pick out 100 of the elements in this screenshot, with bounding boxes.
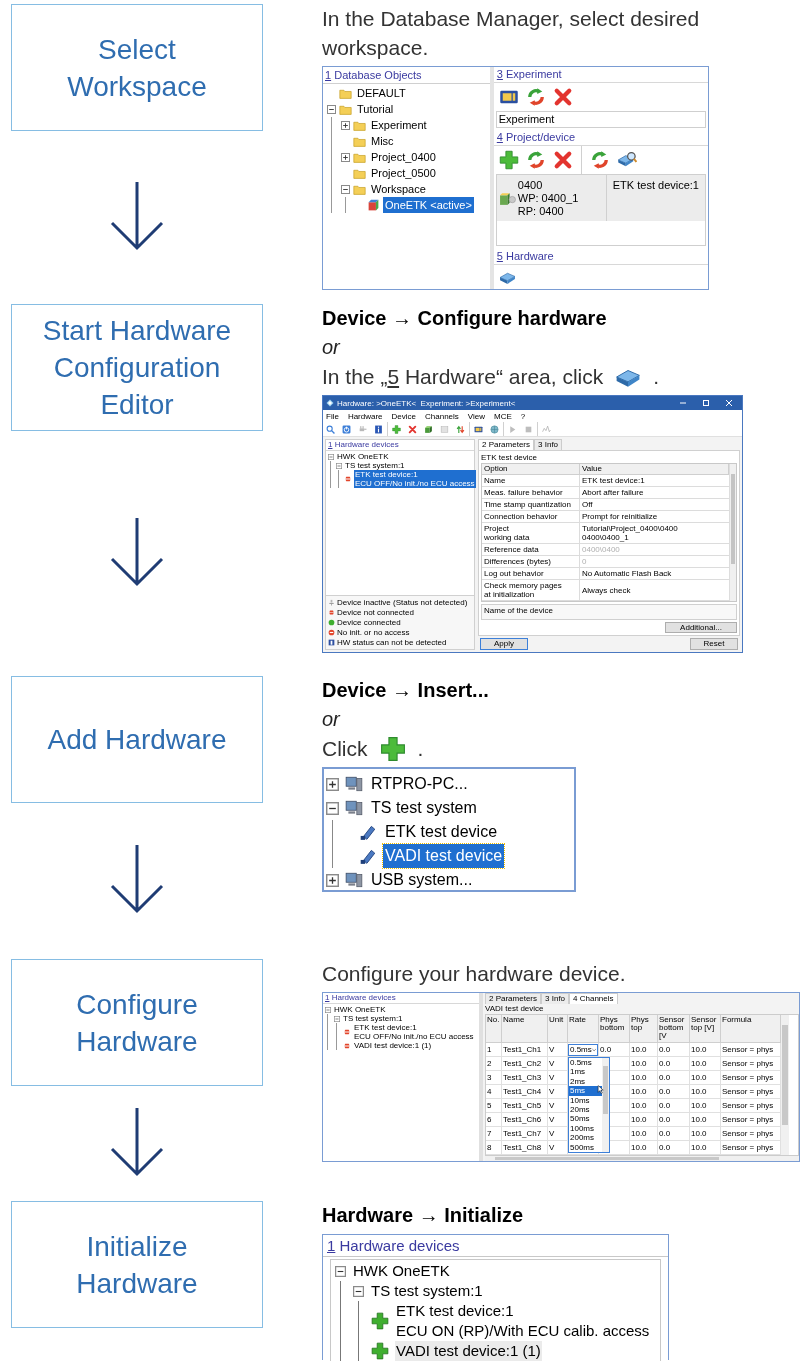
tree-item[interactable]: ETK test device:1 ECU ON (RP)/With ECU calib. access	[395, 1301, 651, 1341]
add-icon[interactable]	[498, 150, 519, 170]
menu-item[interactable]: File	[326, 411, 339, 421]
tree-item[interactable]: Project_0500	[369, 164, 438, 182]
tree-item[interactable]: DEFAULT	[355, 84, 408, 102]
table-cell: V	[548, 1043, 568, 1057]
collapse-icon[interactable]	[353, 1285, 364, 1297]
tree-item[interactable]: VADI test device:1 (1)	[353, 1041, 433, 1050]
scrollbar[interactable]	[729, 464, 736, 601]
additional-button[interactable]: Additional...	[665, 622, 737, 633]
description-text: Name of the device	[484, 606, 553, 615]
expand-icon[interactable]	[341, 120, 350, 130]
window-title: Hardware: >OneETK< Experiment: >Experiment<	[337, 398, 517, 408]
caret-icon[interactable]	[591, 1047, 596, 1052]
table-cell: Prompt for reinitialize	[580, 511, 729, 523]
refresh-icon[interactable]	[589, 150, 610, 170]
tree-item[interactable]: Tutorial	[355, 100, 396, 118]
menu-item[interactable]: View	[467, 411, 486, 421]
menu-item[interactable]: Channels	[425, 411, 459, 421]
menu-item[interactable]: Hardware	[347, 411, 383, 421]
scrollbar[interactable]	[602, 1058, 609, 1152]
delete-icon[interactable]	[552, 150, 573, 170]
up-down-arrows-icon[interactable]	[456, 424, 465, 434]
dropdown-option[interactable]: 0.5ms	[569, 1058, 602, 1068]
refresh-icon[interactable]	[525, 87, 546, 107]
table-cell: 10.0	[630, 1099, 658, 1113]
expand-icon[interactable]	[326, 873, 339, 887]
table-cell: Test1_Ch4	[502, 1085, 548, 1099]
refresh-icon[interactable]	[525, 150, 546, 170]
delete-icon[interactable]	[552, 87, 573, 107]
tab[interactable]: 2 Parameters	[485, 993, 542, 1004]
dropdown-option[interactable]: 100ms	[569, 1123, 602, 1134]
menu-item[interactable]: ?	[520, 411, 526, 421]
apply-button[interactable]: Apply	[480, 638, 528, 650]
table-cell: Off	[580, 499, 729, 511]
tree-item[interactable]: TS test system:1	[370, 1281, 484, 1301]
text-field[interactable]: Experiment	[495, 111, 706, 128]
tree-item[interactable]: USB system...	[369, 868, 475, 892]
tree-item[interactable]: ETK test device	[383, 820, 500, 844]
tree-item[interactable]: TS test system:1	[344, 461, 406, 470]
legend-text: No init. or no access	[337, 628, 410, 637]
tree-item[interactable]: HWK OneETK	[333, 1005, 387, 1014]
tab[interactable]: 3 Info	[541, 993, 570, 1004]
tree-item[interactable]: HWK OneETK	[352, 1261, 451, 1281]
menu-item[interactable]: Device	[391, 411, 417, 421]
dropdown-option[interactable]: 2ms	[569, 1076, 602, 1087]
legend-text: Device connected	[337, 618, 401, 627]
tree-item[interactable]: RTPRO-PC...	[369, 772, 470, 796]
table-cell: 4	[486, 1085, 502, 1099]
info-icon[interactable]	[374, 424, 383, 434]
table-cell: 0.0	[658, 1043, 690, 1057]
panel-icon[interactable]	[474, 424, 483, 434]
tree-item[interactable]: Experiment	[369, 116, 429, 134]
tree-item[interactable]: VADI test device:1 (1)	[395, 1341, 542, 1361]
tree-item[interactable]: ETK test device:1 ECU OFF/No init./no ECU access	[353, 1023, 475, 1041]
tree-item[interactable]: HWK OneETK	[336, 452, 390, 461]
collapse-icon[interactable]	[335, 1265, 346, 1277]
maximize-icon[interactable]	[703, 400, 709, 406]
collapse-icon[interactable]	[341, 184, 350, 194]
dropdown-option[interactable]: 500ms	[569, 1142, 602, 1152]
globe-icon[interactable]	[490, 424, 499, 434]
search-icon[interactable]	[326, 424, 335, 434]
delete-icon[interactable]	[408, 424, 417, 434]
panel-title: 1 Hardware devices	[323, 993, 479, 1004]
tree-item[interactable]: TS test system:1	[342, 1014, 404, 1023]
dropdown-option[interactable]: 200ms	[569, 1133, 602, 1143]
tree-item[interactable]: Misc	[369, 132, 396, 150]
table-cell: Test1_Ch2	[502, 1057, 548, 1071]
expand-icon[interactable]	[341, 152, 350, 162]
reset-button[interactable]: Reset	[690, 638, 738, 650]
tree-item[interactable]: Workspace	[369, 180, 428, 198]
status-icon	[328, 609, 335, 616]
box-icon[interactable]	[424, 424, 433, 434]
expand-icon[interactable]	[326, 777, 339, 791]
table-cell: 10.0	[690, 1043, 721, 1057]
power-icon[interactable]	[342, 424, 351, 434]
tree-item[interactable]: ETK test device:1 ECU OFF/No init./no ECU access	[354, 470, 476, 488]
collapse-icon[interactable]	[326, 801, 339, 815]
add-icon[interactable]	[392, 424, 401, 434]
dropdown-option[interactable]: 50ms	[569, 1114, 602, 1124]
table-cell: 6	[486, 1113, 502, 1127]
collapse-icon[interactable]	[327, 104, 336, 114]
menu-item[interactable]: MCE	[494, 411, 512, 421]
tree-item[interactable]: VADI test device	[383, 844, 505, 868]
device-name: ETK test device:1	[611, 178, 700, 193]
close-icon[interactable]	[726, 400, 732, 406]
dropdown-list[interactable]: 0.5ms 1ms 2ms 5ms 10ms 20ms 50ms 100ms 200ms 500ms	[568, 1057, 610, 1153]
column-header: Sensor top [V]	[690, 1015, 721, 1043]
tree-item[interactable]: Project_0400	[369, 148, 438, 166]
table-cell: 10.0	[690, 1099, 721, 1113]
scrollbar[interactable]	[781, 1015, 789, 1155]
dropdown-option[interactable]: 20ms	[569, 1104, 602, 1115]
rate-dropdown[interactable]: 0.5ms	[568, 1043, 598, 1056]
tree-item[interactable]: TS test system	[369, 796, 479, 820]
dropdown-option[interactable]: 1ms	[569, 1067, 602, 1077]
add-icon[interactable]	[379, 735, 406, 762]
tab[interactable]: 4 Channels	[569, 993, 618, 1004]
minimize-icon[interactable]	[680, 400, 686, 406]
dropdown-option[interactable]: 10ms	[569, 1095, 602, 1105]
tree-item[interactable]: OneETK <active>	[383, 196, 474, 214]
